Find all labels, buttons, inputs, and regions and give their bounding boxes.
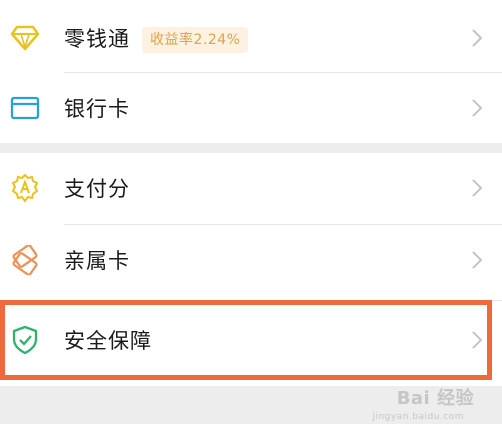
shield-icon xyxy=(10,325,40,355)
family-card-icon xyxy=(10,245,40,275)
chevron-right-icon xyxy=(470,27,484,49)
menu-item-label: 安全保障 xyxy=(64,329,152,353)
menu-group-services: 支付分 亲属卡 安全保障 xyxy=(0,153,502,386)
diamond-icon xyxy=(10,23,40,53)
menu-item-security[interactable]: 安全保障 xyxy=(0,305,502,375)
divider xyxy=(64,300,502,301)
menu-item-label: 亲属卡 xyxy=(64,249,130,273)
menu-item-label: 零钱通 xyxy=(64,27,130,51)
chevron-right-icon xyxy=(470,177,484,199)
menu-item-pay-score[interactable]: 支付分 xyxy=(0,153,502,223)
menu-item-label: 支付分 xyxy=(64,177,130,201)
bank-card-icon xyxy=(10,93,40,123)
yield-rate-badge: 收益率2.24% xyxy=(142,27,249,53)
menu-item-bank-card[interactable]: 银行卡 xyxy=(0,73,502,143)
chevron-right-icon xyxy=(470,249,484,271)
chevron-right-icon xyxy=(470,97,484,119)
wallet-menu-page: 零钱通 收益率2.24% 银行卡 支付分 亲属卡 安全保障 Bai 经验 jin… xyxy=(0,0,502,424)
menu-item-label: 银行卡 xyxy=(64,97,130,121)
menu-group-finance: 零钱通 收益率2.24% 银行卡 xyxy=(0,0,502,143)
menu-item-family-card[interactable]: 亲属卡 xyxy=(0,225,502,295)
menu-item-lingqiantong[interactable]: 零钱通 收益率2.24% xyxy=(0,3,502,73)
pay-score-icon xyxy=(10,173,40,203)
watermark-url: jingyan.baidu.com xyxy=(372,412,464,422)
watermark-text: Bai 经验 xyxy=(396,388,474,409)
baidu-watermark: Bai 经验 xyxy=(397,384,474,410)
chevron-right-icon xyxy=(470,329,484,351)
